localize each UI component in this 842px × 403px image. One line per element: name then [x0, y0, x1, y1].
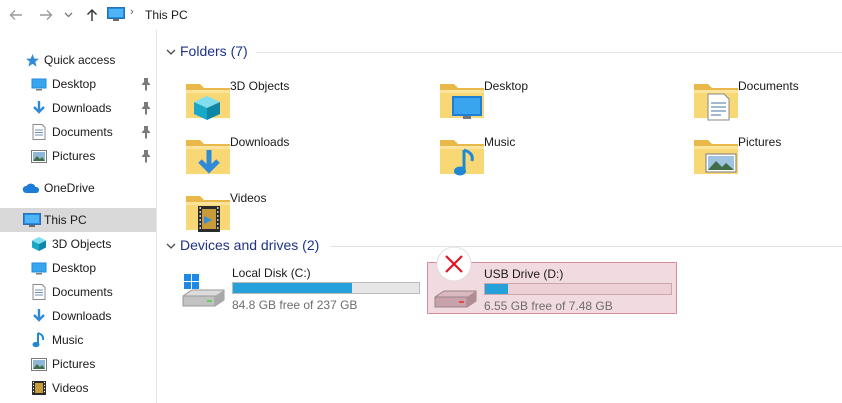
downloads-icon	[31, 100, 47, 116]
drive-name: USB Drive (D:)	[484, 267, 564, 281]
sidebar-item-label: Downloads	[52, 309, 112, 323]
navigation-pane: Quick access Desktop Downloads Documents…	[0, 30, 157, 403]
drive-tile-usb-drive[interactable]: USB Drive (D:) 6.55 GB free of 7.48 GB	[427, 246, 677, 314]
folder-name: Pictures	[738, 135, 782, 149]
sidebar-item-label: Pictures	[52, 149, 96, 163]
group-title: Folders (7)	[180, 43, 248, 59]
folder-videos-icon	[182, 186, 234, 232]
sidebar-item-downloads[interactable]: Downloads	[0, 304, 156, 328]
error-x-icon	[436, 246, 472, 282]
windows-drive-icon	[182, 274, 225, 307]
star-icon	[24, 52, 40, 68]
pin-icon[interactable]	[140, 125, 152, 139]
folder-name: Downloads	[230, 135, 290, 149]
sidebar-item-label: Desktop	[52, 261, 97, 275]
folder-tile-3d-objects[interactable]: 3D Objects	[182, 74, 422, 126]
group-title: Devices and drives (2)	[180, 237, 320, 253]
group-header-folders[interactable]: Folders (7)	[160, 42, 842, 62]
pin-icon[interactable]	[140, 149, 152, 163]
up-arrow-icon[interactable]	[82, 4, 102, 26]
sidebar-item-label: Desktop	[52, 77, 97, 91]
drive-free-space: 84.8 GB free of 237 GB	[232, 298, 358, 312]
content-pane: Folders (7) 3D Objects Desktop Documents	[160, 30, 842, 403]
drive-usage-fill	[485, 284, 509, 294]
sidebar-item-desktop[interactable]: Desktop	[0, 256, 156, 280]
sidebar-item-music[interactable]: Music	[0, 328, 156, 352]
this-pc-icon	[23, 212, 41, 228]
sidebar-item-pictures-pinned[interactable]: Pictures	[0, 144, 156, 168]
breadcrumb-location[interactable]: This PC	[145, 8, 188, 22]
folder-tile-desktop[interactable]: Desktop	[436, 74, 676, 126]
sidebar-item-quick-access[interactable]: Quick access	[0, 48, 156, 72]
back-arrow-icon[interactable]	[6, 4, 26, 26]
folder-name: Music	[484, 135, 516, 149]
cube-icon	[31, 236, 47, 252]
chevron-down-icon[interactable]	[165, 240, 177, 252]
downloads-icon	[31, 308, 47, 324]
pictures-icon	[31, 356, 47, 372]
folder-tile-downloads[interactable]: Downloads	[182, 130, 422, 182]
cloud-icon	[22, 180, 40, 196]
folder-name: 3D Objects	[230, 79, 290, 93]
folder-pictures-icon	[690, 130, 742, 182]
folder-desktop-icon	[436, 74, 488, 119]
documents-icon	[31, 124, 47, 140]
sidebar-item-downloads-pinned[interactable]: Downloads	[0, 96, 156, 120]
sidebar-item-label: Documents	[52, 285, 113, 299]
pictures-icon	[31, 148, 47, 164]
this-pc-icon	[107, 7, 125, 21]
film-strip-icon	[31, 380, 47, 396]
pin-icon[interactable]	[140, 77, 152, 91]
sidebar-item-desktop-pinned[interactable]: Desktop	[0, 72, 156, 96]
sidebar-item-label: OneDrive	[44, 181, 95, 195]
drive-tile-local-disk[interactable]: Local Disk (C:) 84.8 GB free of 237 GB	[176, 262, 424, 314]
music-note-icon	[31, 332, 47, 348]
sidebar-item-documents[interactable]: Documents	[0, 280, 156, 304]
sidebar-item-label: Music	[52, 333, 84, 347]
drive-free-space: 6.55 GB free of 7.48 GB	[484, 299, 613, 313]
folder-name: Videos	[230, 191, 267, 205]
chevron-down-icon[interactable]	[165, 46, 177, 58]
sidebar-item-this-pc[interactable]: This PC	[0, 208, 156, 232]
drive-name: Local Disk (C:)	[232, 266, 311, 280]
folder-tile-videos[interactable]: Videos	[182, 186, 422, 238]
drive-usage-bar	[484, 283, 672, 295]
folder-tile-music[interactable]: Music	[436, 130, 676, 182]
sidebar-item-3d-objects[interactable]: 3D Objects	[0, 232, 156, 256]
folder-3d-objects-icon	[182, 74, 234, 120]
sidebar-item-label: Downloads	[52, 101, 112, 115]
drive-usage-fill	[233, 283, 353, 293]
folder-tile-documents[interactable]: Documents	[690, 74, 842, 126]
folder-name: Documents	[738, 79, 799, 93]
sidebar-item-label: Quick access	[44, 53, 116, 67]
group-divider	[330, 246, 842, 247]
sidebar-item-documents-pinned[interactable]: Documents	[0, 120, 156, 144]
documents-icon	[31, 284, 47, 300]
sidebar-item-onedrive[interactable]: OneDrive	[0, 176, 156, 200]
sidebar-item-label: Pictures	[52, 357, 96, 371]
breadcrumb-chevron-icon[interactable]: ›	[130, 6, 134, 18]
sidebar-item-label: Videos	[52, 381, 89, 395]
pin-icon[interactable]	[140, 101, 152, 115]
folder-music-icon	[436, 130, 488, 176]
sidebar-item-label: Documents	[52, 125, 113, 139]
chevron-down-icon[interactable]	[61, 4, 75, 26]
sidebar-item-label: This PC	[44, 213, 87, 227]
sidebar-item-label: 3D Objects	[52, 237, 112, 251]
desktop-icon	[31, 260, 47, 276]
address-bar: › This PC	[0, 0, 842, 30]
folder-tile-pictures[interactable]: Pictures	[690, 130, 842, 182]
folder-documents-icon	[690, 74, 742, 121]
sidebar-item-videos[interactable]: Videos	[0, 376, 156, 400]
desktop-icon	[31, 76, 47, 92]
group-divider	[256, 52, 842, 53]
forward-arrow-icon[interactable]	[36, 4, 56, 26]
folder-downloads-icon	[182, 130, 234, 182]
drive-usage-bar	[232, 282, 420, 294]
folder-name: Desktop	[484, 79, 529, 93]
group-header-devices[interactable]: Devices and drives (2)	[160, 236, 842, 256]
sidebar-item-pictures[interactable]: Pictures	[0, 352, 156, 376]
